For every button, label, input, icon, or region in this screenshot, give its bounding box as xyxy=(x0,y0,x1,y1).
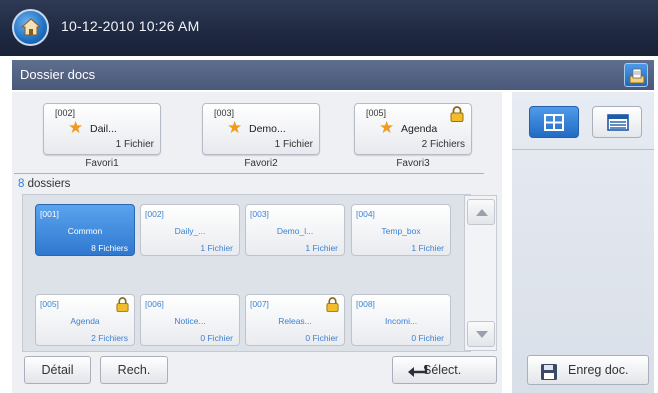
folder-count-text: 0 Fichier xyxy=(305,333,338,343)
folder-tile-006[interactable]: [006] Notice... 0 Fichier xyxy=(140,294,240,346)
favorite-code: [002] xyxy=(55,108,76,118)
star-icon: ★ xyxy=(379,118,395,137)
lock-icon xyxy=(326,297,339,312)
floppy-disk-icon xyxy=(541,364,557,380)
enter-arrow-icon xyxy=(408,365,428,377)
page-title: Dossier docs xyxy=(20,67,96,82)
folder-name: Daily_... xyxy=(174,226,206,236)
datetime-text: 10-12-2010 10:26 AM xyxy=(61,18,200,34)
lock-icon xyxy=(450,106,464,122)
folder-name: Notice... xyxy=(174,316,206,326)
folder-name: Releas... xyxy=(278,316,312,326)
favorite-3-label: Favori3 xyxy=(396,158,430,169)
favorite-count: 1 Fichier xyxy=(274,139,313,150)
folder-tile-005[interactable]: [005] Agenda 2 Fichiers xyxy=(35,294,135,346)
folder-code: [002] xyxy=(145,209,164,219)
folder-count-text: 0 Fichier xyxy=(200,333,233,343)
folder-name: Temp_box xyxy=(381,226,421,236)
grid-view-button[interactable] xyxy=(529,106,579,138)
folder-tile-003[interactable]: [003] Demo_l... 1 Fichier xyxy=(245,204,345,256)
favorite-code: [003] xyxy=(214,108,235,118)
grid-view-icon xyxy=(544,114,564,131)
folder-tile-007[interactable]: [007] Releas... 0 Fichier xyxy=(245,294,345,346)
folder-count-label: dossiers xyxy=(24,178,71,190)
title-bar: Dossier docs xyxy=(12,60,654,90)
folder-code: [005] xyxy=(40,299,59,309)
status-bar: 10-12-2010 10:26 AM xyxy=(0,0,658,56)
folder-grid: [001] Common 8 Fichiers [002] Daily_... … xyxy=(22,194,471,352)
folder-count-text: 8 Fichiers xyxy=(91,243,128,253)
folder-scrollbar[interactable] xyxy=(464,195,497,351)
folder-count-text: 1 Fichier xyxy=(200,243,233,253)
folder-tile-001[interactable]: [001] Common 8 Fichiers xyxy=(35,204,135,256)
favorite-1-label: Favori1 xyxy=(85,158,119,169)
detail-button[interactable]: Détail xyxy=(24,356,91,384)
screen: 10-12-2010 10:26 AM Dossier docs [002] ★… xyxy=(0,0,658,393)
folder-code: [007] xyxy=(250,299,269,309)
favorite-1-button[interactable]: [002] ★ Dail... 1 Fichier xyxy=(43,103,161,155)
home-button[interactable] xyxy=(12,9,49,46)
favorite-3-button[interactable]: [005] ★ Agenda 2 Fichiers xyxy=(354,103,472,155)
favorite-name: Dail... xyxy=(90,123,117,135)
lock-icon xyxy=(116,297,129,312)
divider xyxy=(14,173,484,174)
divider xyxy=(512,149,654,150)
folder-count-text: 1 Fichier xyxy=(411,243,444,253)
folder-count-text: 0 Fichier xyxy=(411,333,444,343)
favorite-code: [005] xyxy=(366,108,387,118)
favorite-name: Agenda xyxy=(401,123,438,135)
folder-count: 8 dossiers xyxy=(18,178,70,190)
folder-count-text: 2 Fichiers xyxy=(91,333,128,343)
favorite-2-label: Favori2 xyxy=(244,158,278,169)
home-icon xyxy=(21,18,41,36)
folder-count-text: 1 Fichier xyxy=(305,243,338,253)
favorite-2-button[interactable]: [003] ★ Demo... 1 Fichier xyxy=(202,103,320,155)
documents-panel: [002] ★ Dail... 1 Fichier Favori1 [003] … xyxy=(12,92,502,393)
star-icon: ★ xyxy=(227,118,243,137)
folder-name: Incomi... xyxy=(384,316,418,326)
scroll-up-button[interactable] xyxy=(467,199,495,225)
scroll-down-button[interactable] xyxy=(467,321,495,347)
list-view-icon xyxy=(607,114,629,131)
search-button[interactable]: Rech. xyxy=(100,356,168,384)
folder-tile-002[interactable]: [002] Daily_... 1 Fichier xyxy=(140,204,240,256)
select-button[interactable]: Sélect. xyxy=(392,356,497,384)
folder-tile-004[interactable]: [004] Temp_box 1 Fichier xyxy=(351,204,451,256)
favorite-count: 2 Fichiers xyxy=(421,139,465,150)
save-document-label: Enreg doc. xyxy=(568,363,629,377)
document-tray-button[interactable] xyxy=(624,63,648,87)
document-tray-icon xyxy=(629,68,645,84)
favorite-count: 1 Fichier xyxy=(115,139,154,150)
arrow-down-icon xyxy=(476,331,488,338)
folder-code: [008] xyxy=(356,299,375,309)
save-document-button[interactable]: Enreg doc. xyxy=(527,355,649,385)
folder-name: Common xyxy=(67,226,103,236)
list-view-button[interactable] xyxy=(592,106,642,138)
favorite-name: Demo... xyxy=(249,123,286,135)
folder-name: Demo_l... xyxy=(276,226,314,236)
folder-code: [004] xyxy=(356,209,375,219)
folder-code: [006] xyxy=(145,299,164,309)
folder-tile-008[interactable]: [008] Incomi... 0 Fichier xyxy=(351,294,451,346)
folder-name: Agenda xyxy=(70,316,100,326)
folder-code: [001] xyxy=(40,209,59,219)
folder-code: [003] xyxy=(250,209,269,219)
star-icon: ★ xyxy=(68,118,84,137)
arrow-up-icon xyxy=(476,209,488,216)
view-options-panel: Enreg doc. xyxy=(512,92,654,393)
